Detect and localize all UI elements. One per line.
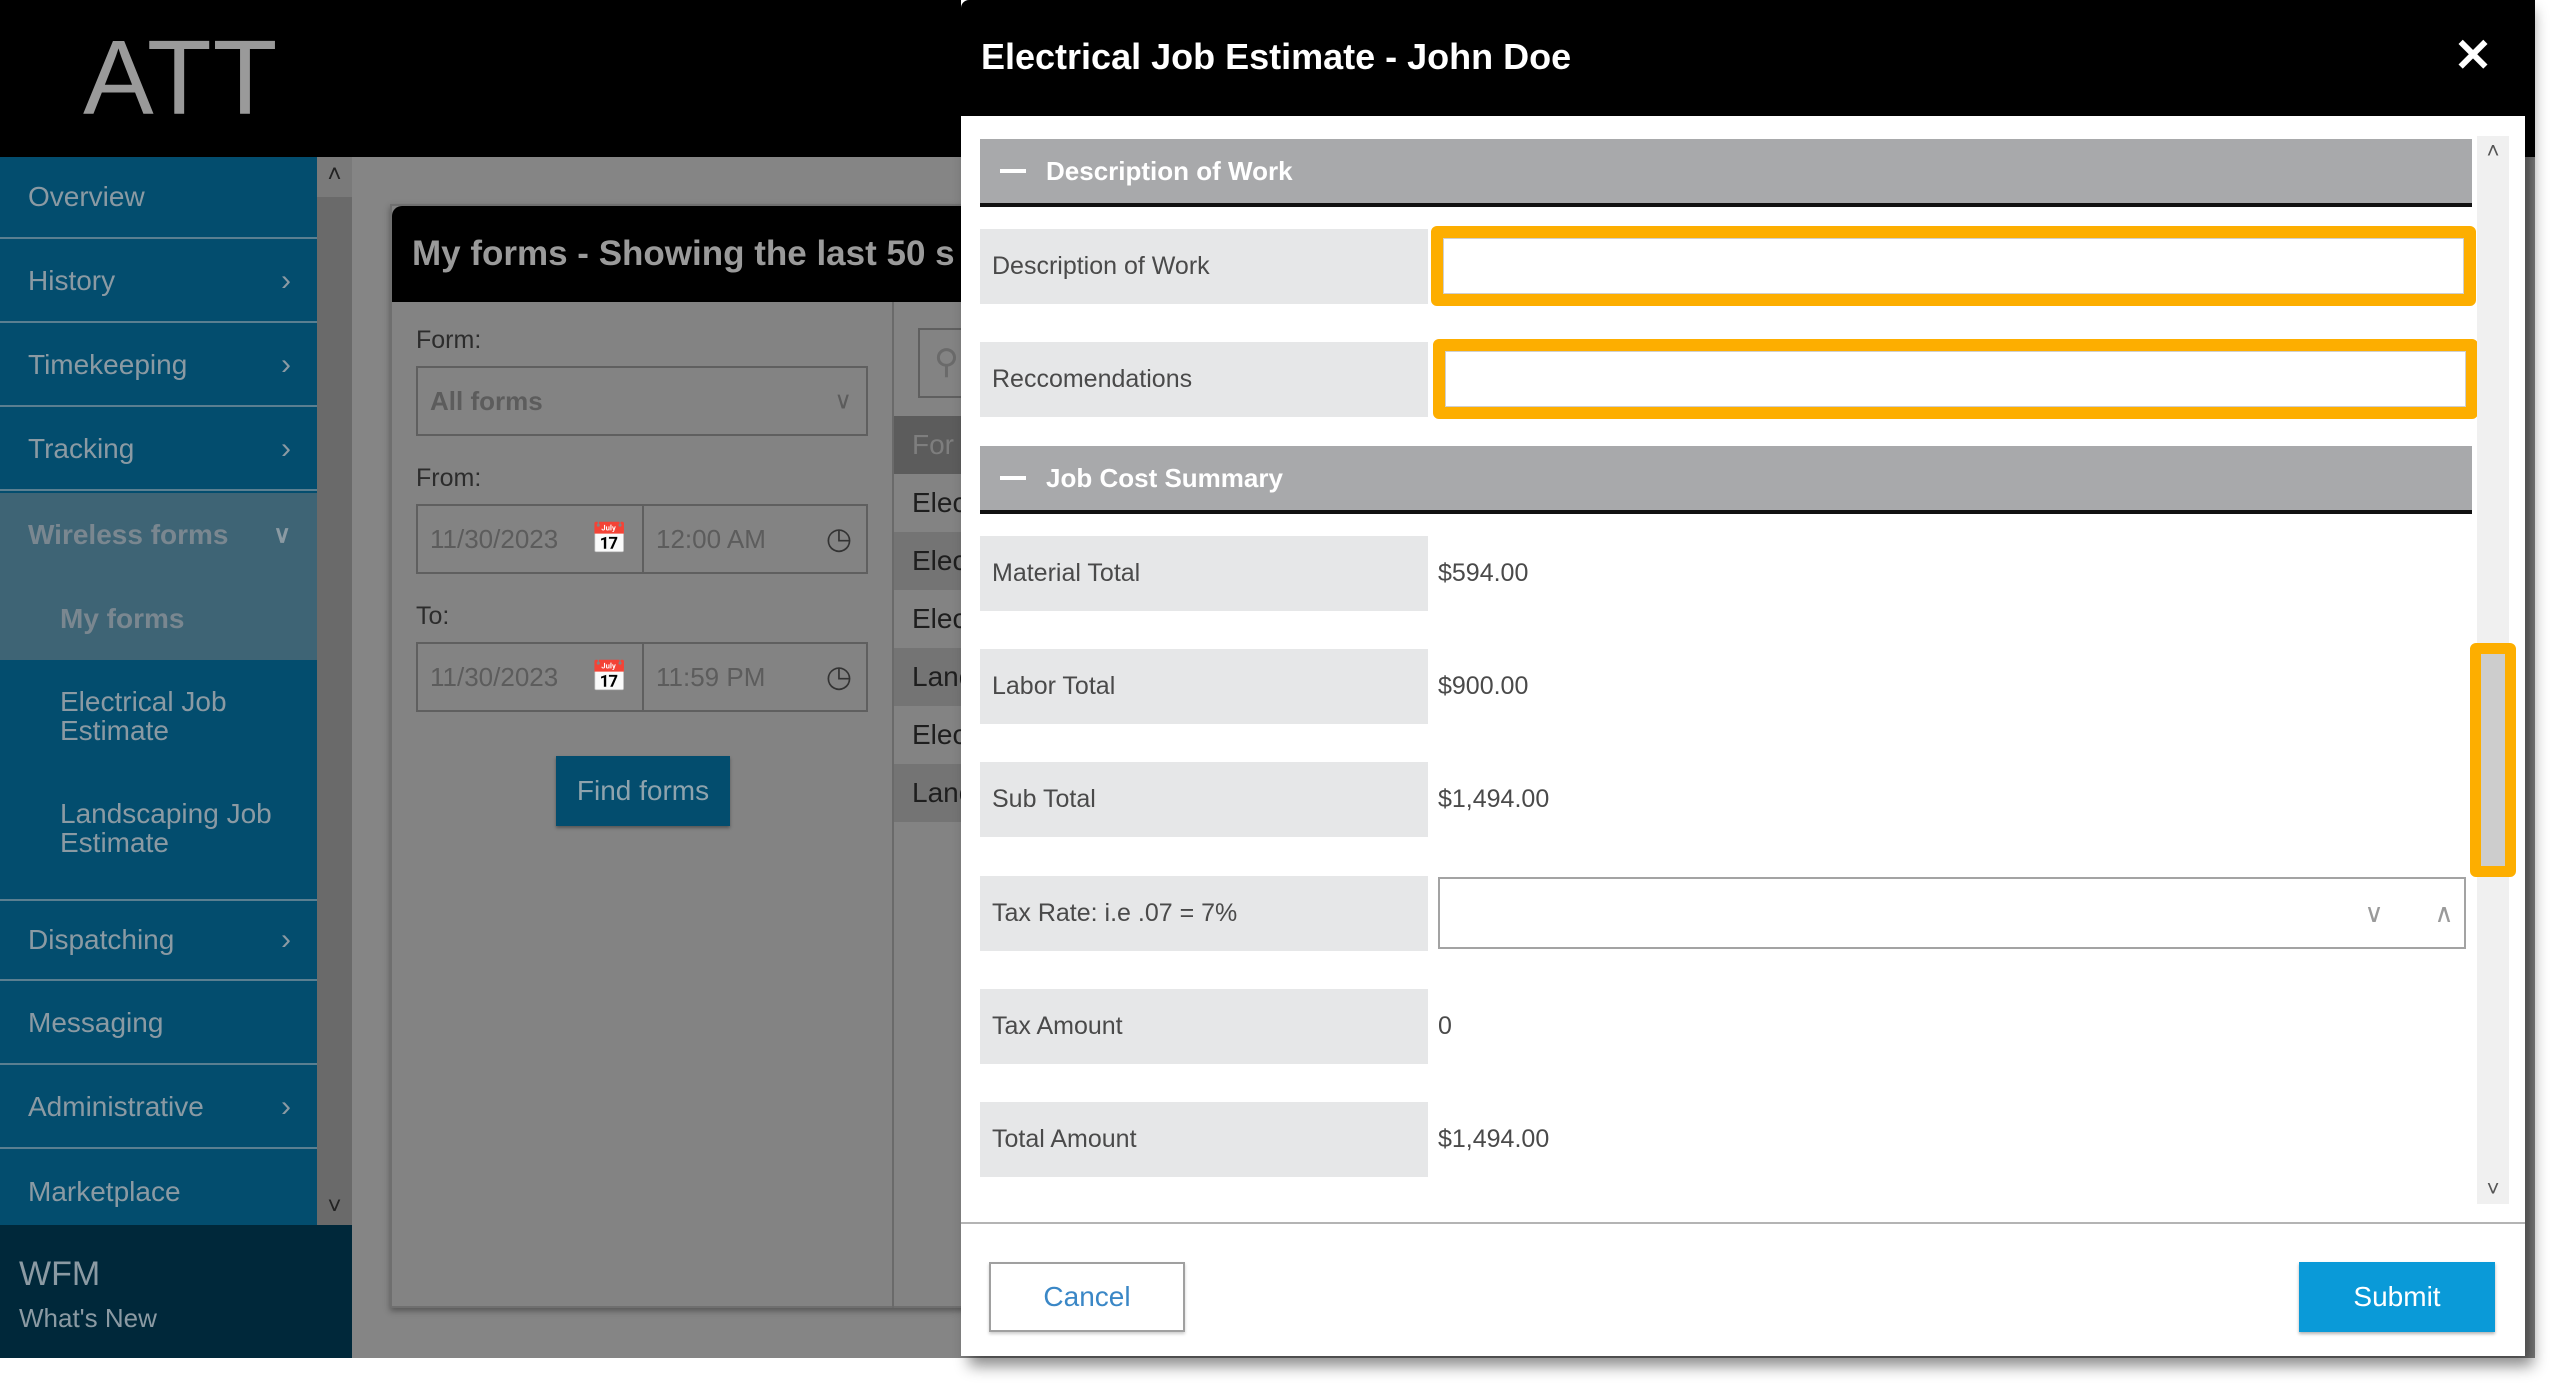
sidebar-subitem-landscaping-job-estimate[interactable]: Landscaping Job Estimate <box>0 799 300 857</box>
chevron-right-icon: › <box>281 264 291 297</box>
sidebar-item-marketplace[interactable]: Marketplace <box>0 1151 317 1233</box>
form-filter-value: All forms <box>430 385 543 416</box>
from-date-input[interactable]: 11/30/2023 📅 <box>416 504 644 574</box>
from-time-input[interactable]: 12:00 AM ◷ <box>642 504 868 574</box>
from-time-value: 12:00 AM <box>656 523 766 554</box>
sidebar-item-label: Dispatching <box>28 924 175 955</box>
close-icon[interactable]: ✕ <box>2451 32 2495 78</box>
to-time-input[interactable]: 11:59 PM ◷ <box>642 642 868 712</box>
from-label: From: <box>416 464 482 492</box>
tax-rate-field[interactable]: ∨ ∧ <box>1438 877 2466 949</box>
calendar-icon[interactable]: 📅 <box>591 522 628 557</box>
material-total-value: $594.00 <box>1438 559 1529 587</box>
section-header-job-cost-summary[interactable]: Job Cost Summary <box>980 446 2472 514</box>
sidebar-item-messaging[interactable]: Messaging <box>0 983 317 1065</box>
sidebar-item-label: Timekeeping <box>28 349 188 380</box>
wfm-title: WFM <box>19 1255 101 1293</box>
field-label: Labor Total <box>980 649 1428 724</box>
cancel-button[interactable]: Cancel <box>989 1262 1185 1332</box>
sidebar-subitem-my-forms[interactable]: My forms <box>0 577 317 660</box>
whats-new-link[interactable]: What's New <box>19 1303 157 1334</box>
field-label: Tax Rate: i.e .07 = 7% <box>980 876 1428 951</box>
chevron-down-icon: ∨ <box>834 387 852 415</box>
section-header-description-of-work[interactable]: Description of Work <box>980 139 2472 207</box>
app-logo: ATT <box>83 19 279 137</box>
clock-icon[interactable]: ◷ <box>826 522 852 557</box>
sidebar-item-wireless-forms[interactable]: Wireless forms ∨ <box>0 493 317 577</box>
sidebar-item-label: Marketplace <box>28 1176 181 1207</box>
recommendations-input[interactable] <box>1445 351 2466 407</box>
section-title: Job Cost Summary <box>1046 462 1283 493</box>
calendar-icon[interactable]: 📅 <box>591 660 628 695</box>
sidebar-item-overview[interactable]: Overview <box>0 157 317 239</box>
form-filter-label: Form: <box>416 326 482 354</box>
sidebar-item-dispatching[interactable]: Dispatching › <box>0 899 317 981</box>
to-date-input[interactable]: 11/30/2023 📅 <box>416 642 644 712</box>
sidebar-nav: Overview History › Timekeeping › Tracking ›… <box>0 157 317 1225</box>
clock-icon[interactable]: ◷ <box>826 660 852 695</box>
tax-rate-input[interactable] <box>1440 879 2464 947</box>
submit-button[interactable]: Submit <box>2299 1262 2495 1332</box>
sidebar-subitem-electrical-job-estimate[interactable]: Electrical Job Estimate <box>0 687 260 745</box>
sidebar-subitem-label: Electrical Job Estimate <box>60 686 227 746</box>
chevron-down-icon: ∨ <box>273 521 291 549</box>
scrollbar-thumb[interactable] <box>2470 643 2516 878</box>
sidebar-item-label: History <box>28 265 116 296</box>
sidebar-subitem-label: My forms <box>60 603 185 634</box>
form-modal: Electrical Job Estimate - John Doe ✕ Des… <box>961 0 2525 1356</box>
modal-title: Electrical Job Estimate - John Doe <box>981 36 1572 77</box>
from-date-value: 11/30/2023 <box>430 523 559 554</box>
forms-panel-title: My forms - Showing the last 50 s <box>412 234 955 273</box>
find-forms-button[interactable]: Find forms <box>556 756 730 826</box>
sidebar-item-administrative[interactable]: Administrative › <box>0 1067 317 1149</box>
chevron-right-icon: › <box>281 432 291 465</box>
section-title: Description of Work <box>1046 155 1293 186</box>
sidebar-subitem-label: Landscaping Job Estimate <box>60 798 272 858</box>
chevron-right-icon: › <box>281 923 291 956</box>
scroll-up-icon[interactable]: ˄ <box>317 161 352 189</box>
field-label: Sub Total <box>980 762 1428 837</box>
field-label: Reccomendations <box>980 342 1428 417</box>
sidebar-item-label: Tracking <box>28 433 135 464</box>
chevron-right-icon: › <box>281 348 291 381</box>
field-label: Tax Amount <box>980 989 1428 1064</box>
sidebar-item-history[interactable]: History › <box>0 241 317 323</box>
search-icon: ⚲ <box>934 343 959 381</box>
sidebar-item-label: Overview <box>28 181 145 212</box>
collapse-icon[interactable] <box>1000 476 1026 480</box>
description-of-work-input[interactable] <box>1443 238 2464 294</box>
sub-total-value: $1,494.00 <box>1438 785 1550 813</box>
scroll-up-icon[interactable]: ˄ <box>2477 138 2509 164</box>
field-label: Total Amount <box>980 1102 1428 1177</box>
sidebar-item-tracking[interactable]: Tracking › <box>0 409 317 491</box>
recommendations-field[interactable] <box>1433 339 2478 419</box>
tax-amount-value: 0 <box>1438 1012 1452 1040</box>
collapse-icon[interactable] <box>1000 169 1026 173</box>
decrement-chevron-down-icon[interactable]: ∨ <box>2356 895 2392 931</box>
sidebar-item-label: Wireless forms <box>28 519 229 550</box>
to-label: To: <box>416 602 450 630</box>
sidebar-item-label: Messaging <box>28 1007 164 1038</box>
scroll-down-icon[interactable]: ˅ <box>2477 1176 2509 1202</box>
modal-scrollbar[interactable]: ˄ ˅ <box>2470 136 2516 1204</box>
sidebar-footer: WFM What's New <box>0 1225 352 1358</box>
to-time-value: 11:59 PM <box>656 661 766 692</box>
sidebar-item-label: Administrative <box>28 1091 204 1122</box>
field-label: Material Total <box>980 536 1428 611</box>
to-date-value: 11/30/2023 <box>430 661 559 692</box>
field-label: Description of Work <box>980 229 1428 304</box>
footer-divider <box>961 1222 2525 1224</box>
scroll-down-icon[interactable]: ˅ <box>317 1193 352 1221</box>
labor-total-value: $900.00 <box>1438 672 1529 700</box>
sidebar-scrollbar[interactable]: ˄ ˅ <box>317 157 352 1225</box>
form-filter-select[interactable]: All forms ∨ <box>416 366 868 436</box>
modal-header: Electrical Job Estimate - John Doe ✕ <box>961 0 2525 116</box>
total-amount-value: $1,494.00 <box>1438 1125 1550 1153</box>
chevron-right-icon: › <box>281 1090 291 1123</box>
increment-chevron-up-icon[interactable]: ∧ <box>2426 895 2462 931</box>
description-of-work-field[interactable] <box>1431 226 2476 306</box>
sidebar-item-timekeeping[interactable]: Timekeeping › <box>0 325 317 407</box>
